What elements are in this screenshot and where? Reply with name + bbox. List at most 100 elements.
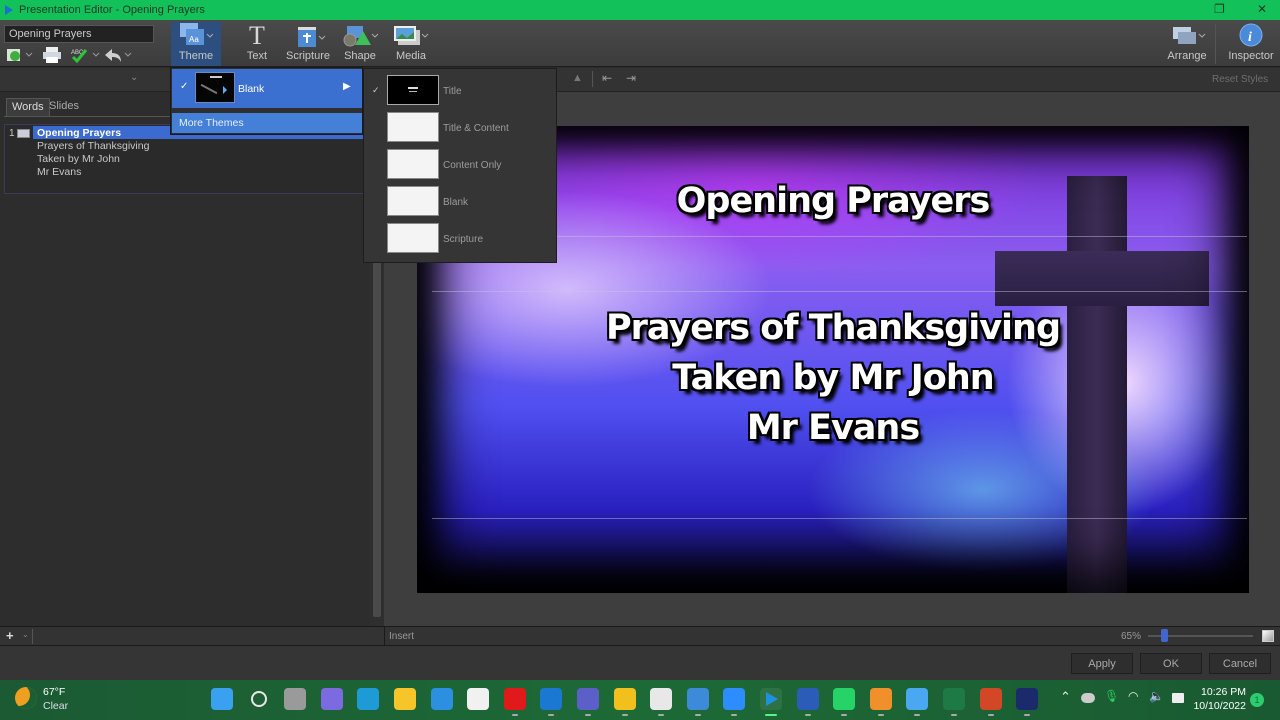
weather-condition[interactable]: Clear [43, 700, 68, 712]
running-indicator [878, 714, 884, 716]
add-dropdown-chevron-icon[interactable]: ⌄ [22, 630, 29, 639]
taskbar-app-file-explorer-icon[interactable] [394, 688, 416, 710]
text-label: Text [246, 50, 268, 62]
taskbar-app-outlook-icon[interactable] [540, 688, 562, 710]
collapse-chevron-icon[interactable]: ⌄ [130, 72, 138, 83]
running-indicator [548, 714, 554, 716]
add-slide-button[interactable]: + [6, 628, 14, 643]
ok-button[interactable]: OK [1140, 653, 1202, 674]
shape-icon [343, 26, 379, 47]
new-slide-button[interactable] [6, 47, 34, 63]
word-line[interactable]: Mr Evans [37, 166, 81, 178]
layout-thumbnail [387, 186, 439, 216]
slide-thumbnail-icon [17, 129, 30, 138]
running-indicator [765, 714, 777, 716]
more-themes-item[interactable]: More Themes [172, 113, 362, 133]
running-indicator [988, 714, 994, 716]
submenu-arrow-icon: ▶ [343, 81, 351, 92]
taskbar-app-notes-app-icon[interactable] [870, 688, 892, 710]
taskbar-app-opera-icon[interactable] [504, 688, 526, 710]
moon-weather-icon[interactable] [15, 687, 37, 709]
weather-temp[interactable]: 67°F [43, 686, 65, 698]
taskbar-app-search-icon[interactable] [251, 691, 267, 707]
slide-body-line[interactable]: Taken by Mr John [417, 358, 1249, 398]
taskbar-app-notepad-icon[interactable] [906, 688, 928, 710]
clock-date[interactable]: 10/10/2022 [1193, 700, 1246, 712]
taskbar-app-zoom-icon[interactable] [723, 688, 745, 710]
taskbar-app-webex-icon[interactable] [1016, 688, 1038, 710]
theme-button[interactable]: Aa Theme [171, 22, 221, 66]
onedrive-icon[interactable] [1081, 693, 1095, 703]
taskbar-app-mail-icon[interactable] [431, 688, 453, 710]
taskbar-app-store-icon[interactable] [467, 688, 489, 710]
notification-badge[interactable]: 1 [1250, 693, 1264, 707]
arrange-button[interactable]: Arrange [1165, 22, 1209, 66]
show-hidden-icons-chevron-icon[interactable]: ⌃ [1060, 689, 1071, 705]
print-button[interactable] [42, 47, 62, 63]
layout-label: Scripture [443, 234, 484, 245]
restore-button[interactable]: ❐ [1214, 2, 1225, 16]
layout-item-content-only[interactable]: Content Only [364, 145, 556, 181]
taskbar-app-teams-chat-icon[interactable] [321, 688, 343, 710]
taskbar-app-chrome-icon[interactable] [614, 688, 636, 710]
running-indicator [1024, 714, 1030, 716]
taskbar-app-snipping-tool-icon[interactable] [650, 688, 672, 710]
fit-to-window-icon[interactable] [1262, 630, 1274, 642]
zoom-slider-thumb[interactable] [1161, 629, 1168, 642]
taskbar-app-excel-icon[interactable] [943, 688, 965, 710]
spellcheck-button[interactable]: ABC [70, 47, 100, 64]
check-icon: ✓ [180, 81, 189, 92]
inspector-button[interactable]: i Inspector [1226, 22, 1276, 66]
running-indicator [622, 714, 628, 716]
taskbar-app-presentation-app-icon[interactable] [760, 688, 782, 710]
taskbar-app-word-icon[interactable] [797, 688, 819, 710]
battery-icon[interactable] [1172, 693, 1184, 703]
word-line[interactable]: Prayers of Thanksgiving [37, 140, 149, 152]
bible-icon [298, 27, 326, 47]
undo-button[interactable] [103, 47, 133, 63]
svg-text:Aa: Aa [189, 35, 199, 44]
layout-thumbnail [387, 223, 439, 253]
indent-icon[interactable]: ⇥ [626, 71, 636, 85]
taskbar-app-whatsapp-icon[interactable] [833, 688, 855, 710]
taskbar-app-powerpoint-icon[interactable] [980, 688, 1002, 710]
shape-button[interactable]: Shape [341, 22, 379, 66]
taskbar-app-task-view-icon[interactable] [284, 688, 306, 710]
app-icon [5, 5, 13, 15]
layout-item-blank[interactable]: Blank [364, 182, 556, 218]
word-line[interactable]: Taken by Mr John [37, 153, 120, 165]
layout-item-title[interactable]: ✓ Title [364, 71, 556, 107]
microphone-icon[interactable]: 🎙 [1104, 689, 1119, 703]
layout-item-title-content[interactable]: Title & Content [364, 108, 556, 144]
reset-styles-button[interactable]: Reset Styles [1212, 74, 1268, 85]
slide-body-line[interactable]: Prayers of Thanksgiving [417, 308, 1249, 348]
slide-number: 1 [9, 128, 15, 139]
shape-label: Shape [344, 50, 376, 62]
apply-button[interactable]: Apply [1071, 653, 1133, 674]
text-style-icon[interactable]: ▲ [572, 72, 583, 84]
slide-body-line[interactable]: Mr Evans [417, 408, 1249, 448]
document-name-field[interactable]: Opening Prayers [4, 25, 154, 43]
text-button[interactable]: T Text [240, 22, 274, 66]
arrange-label: Arrange [1167, 50, 1207, 62]
theme-item-blank[interactable]: ✓ Blank ▶ [172, 69, 362, 108]
close-button[interactable]: ✕ [1257, 2, 1267, 16]
volume-icon[interactable]: 🔈 [1149, 689, 1164, 703]
tab-slides[interactable]: Slides [44, 98, 84, 116]
title-bar: Presentation Editor - Opening Prayers ❐ … [0, 0, 1280, 20]
word-line[interactable]: Opening Prayers [37, 127, 121, 139]
cancel-button[interactable]: Cancel [1209, 653, 1271, 674]
taskbar-app-photos-icon[interactable] [687, 688, 709, 710]
taskbar-app-start-icon[interactable] [211, 688, 233, 710]
scripture-button[interactable]: Scripture [284, 22, 332, 66]
editor-status-bar: Insert 65% [384, 626, 1280, 646]
taskbar-app-edge-icon[interactable] [357, 688, 379, 710]
clock-time[interactable]: 10:26 PM [1198, 686, 1246, 698]
theme-dropdown: ✓ Blank ▶ More Themes [170, 67, 363, 135]
outdent-icon[interactable]: ⇤ [602, 71, 612, 85]
wifi-icon[interactable]: ◠ [1128, 689, 1138, 703]
layout-item-scripture[interactable]: Scripture [364, 219, 556, 255]
taskbar-app-teams-icon[interactable] [577, 688, 599, 710]
media-button[interactable]: Media [391, 22, 431, 66]
toolbar-divider [1215, 24, 1216, 64]
